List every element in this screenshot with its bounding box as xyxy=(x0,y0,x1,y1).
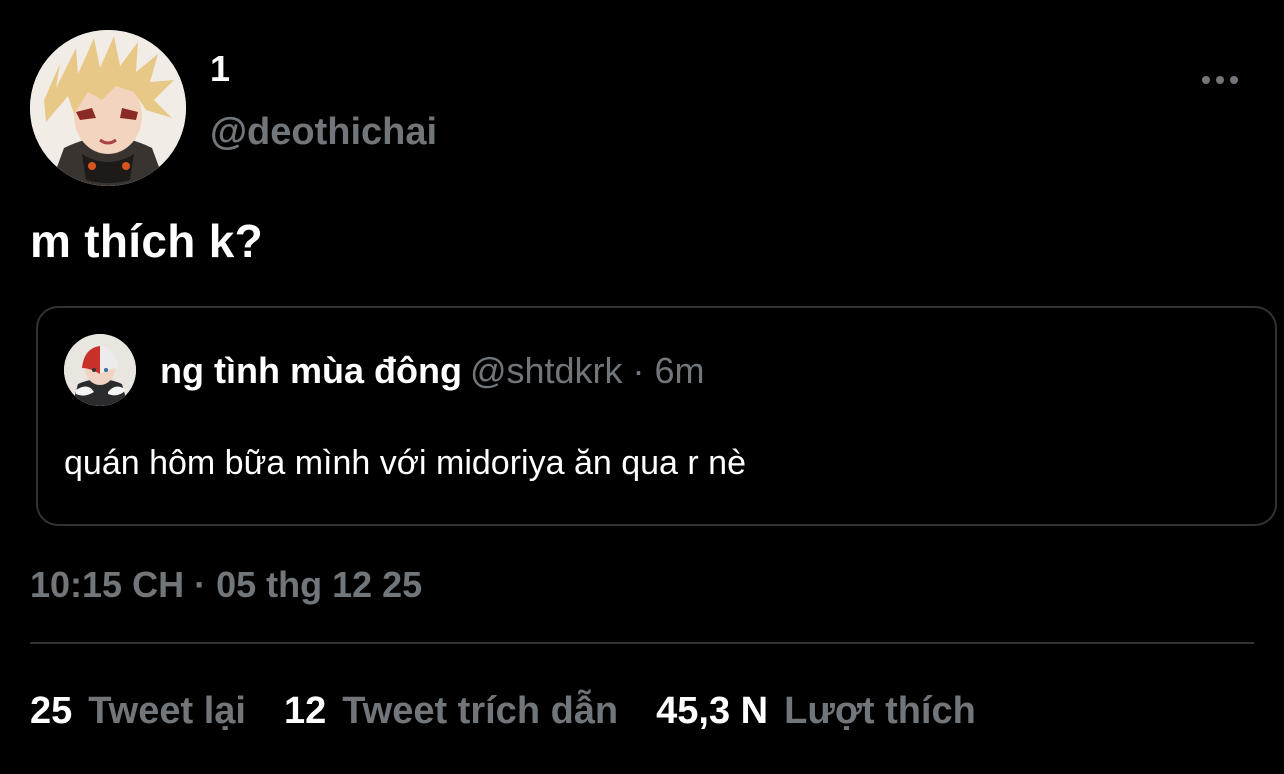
anime-avatar-image xyxy=(64,334,136,406)
quotes-label: Tweet trích dẫn xyxy=(342,690,619,732)
quoted-author-avatar[interactable] xyxy=(64,334,136,406)
anime-avatar-image xyxy=(30,30,186,186)
engagement-stats: 25 Tweet lại 12 Tweet trích dẫn 45,3 N L… xyxy=(30,690,1014,733)
author-display-name[interactable]: 1 xyxy=(210,48,230,90)
more-dots-icon xyxy=(1202,76,1238,84)
quotes-count: 12 xyxy=(283,690,327,732)
more-options-button[interactable] xyxy=(1196,64,1244,96)
quoted-tweet-card[interactable]: ng tình mùa đông @shtdkrk · 6m quán hôm b… xyxy=(36,306,1277,526)
divider xyxy=(30,642,1254,644)
likes-stat[interactable]: 45,3 N Lượt thích xyxy=(656,690,976,733)
quoted-tweet-text: quán hôm bữa mình với midoriya ăn qua r … xyxy=(64,444,746,482)
quotes-stat[interactable]: 12 Tweet trích dẫn xyxy=(284,690,618,733)
retweets-label: Tweet lại xyxy=(88,690,246,732)
author-avatar[interactable] xyxy=(30,30,186,186)
quoted-tweet-header: ng tình mùa đông @shtdkrk · 6m xyxy=(160,350,705,392)
tweet-timestamp[interactable]: 10:15 CH · 05 thg 12 25 xyxy=(30,564,422,606)
tweet-text: m thích k? xyxy=(30,215,264,267)
quoted-author-meta: @shtdkrk · 6m xyxy=(469,350,705,391)
retweets-count: 25 xyxy=(30,690,73,732)
retweets-stat[interactable]: 25 Tweet lại xyxy=(30,690,246,733)
likes-label: Lượt thích xyxy=(784,690,976,732)
author-handle[interactable]: @deothichai xyxy=(210,111,437,154)
quoted-author-display-name[interactable]: ng tình mùa đông xyxy=(160,350,462,391)
likes-count: 45,3 N xyxy=(656,690,769,732)
